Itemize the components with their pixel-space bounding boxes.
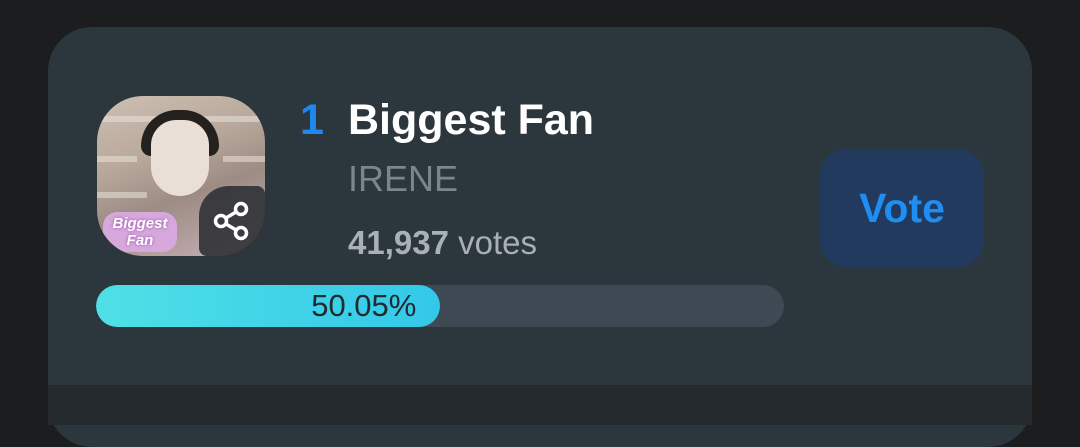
vote-progress-bar: 50.05% [96,285,784,327]
song-title: Biggest Fan [348,96,595,144]
vote-count-number: 41,937 [348,224,449,261]
vote-count-suffix: votes [448,224,537,261]
share-icon [213,201,249,241]
rank-number: 1 [300,96,324,144]
vote-progress-fill: 50.05% [96,285,441,327]
vote-button[interactable]: Vote [820,149,984,267]
vote-count: 41,937 votes [348,224,537,262]
card-divider-area [48,385,1032,425]
artist-name: IRENE [348,158,459,199]
vote-percentage: 50.05% [311,288,417,323]
thumbnail-sticker: Biggest Fan [103,212,177,252]
